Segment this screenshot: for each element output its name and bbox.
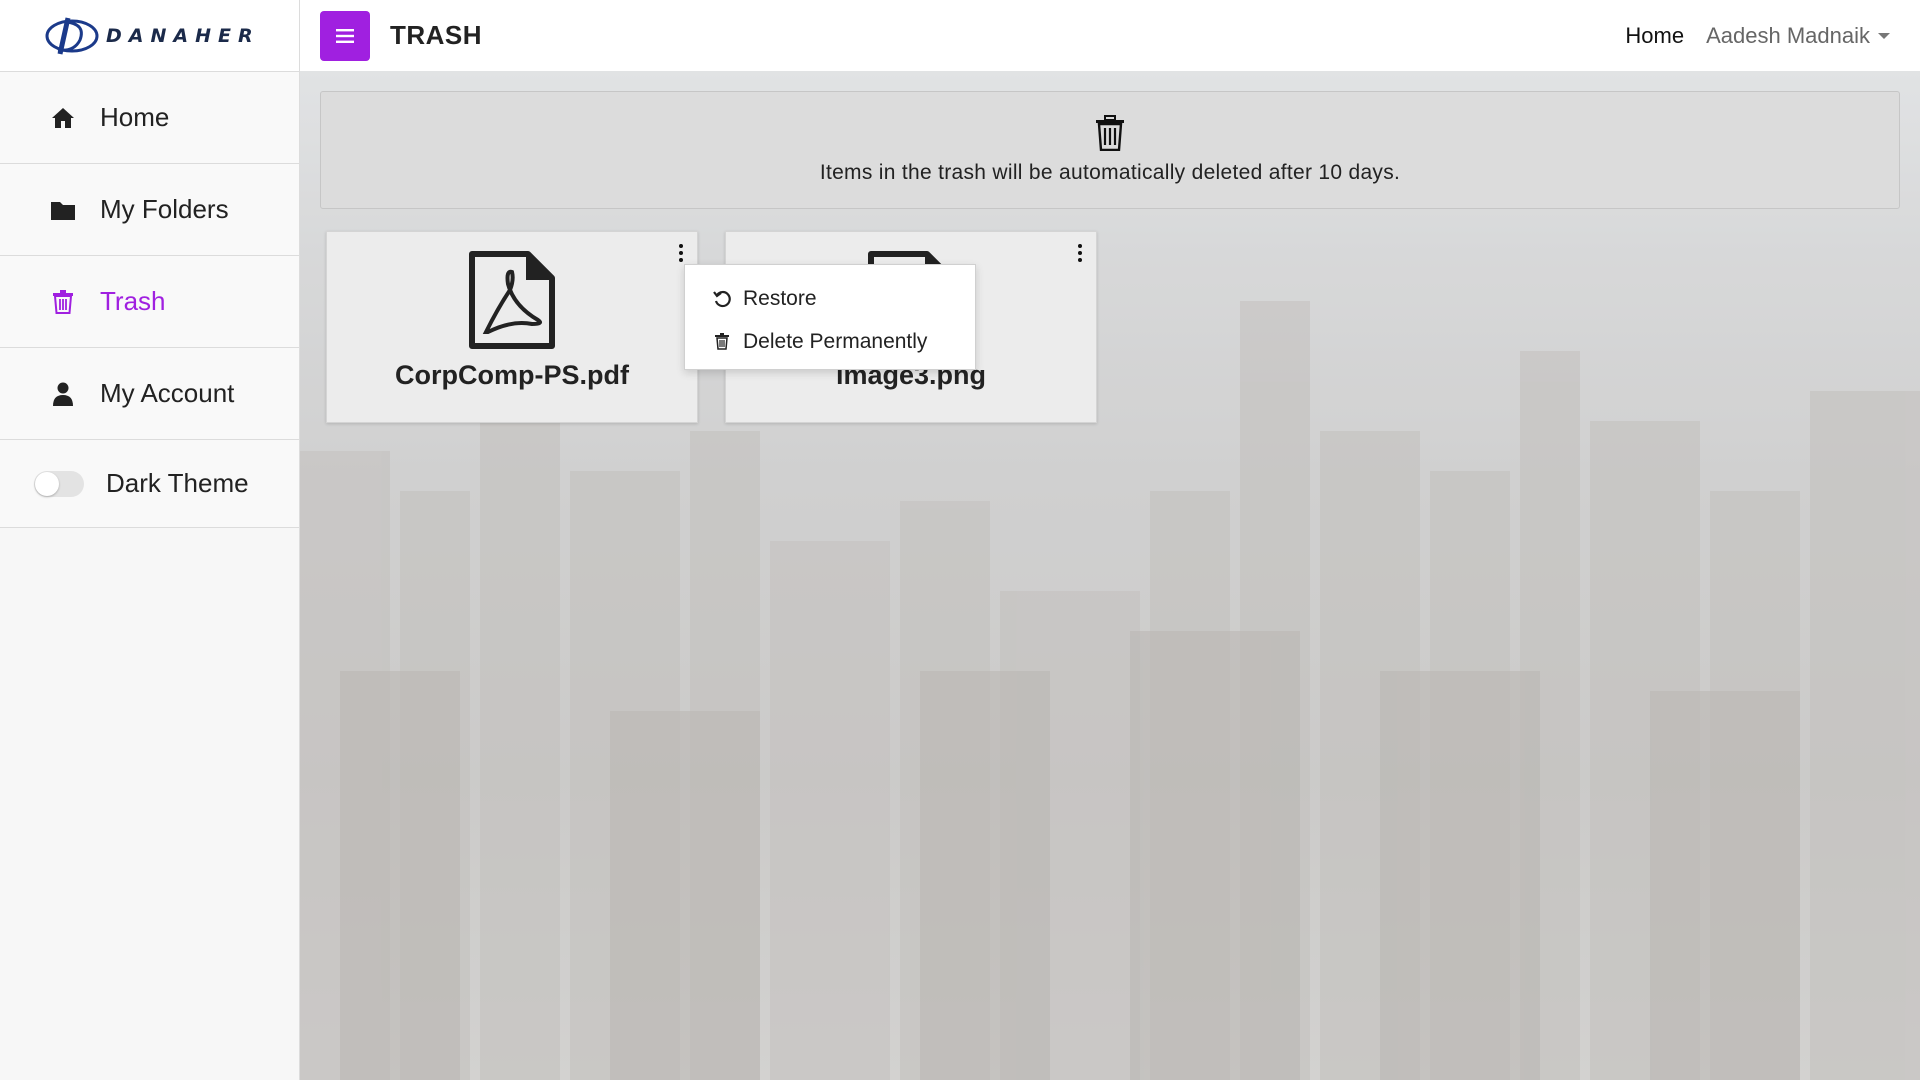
file-context-menu: Restore Delete Permanently (684, 264, 976, 370)
menu-toggle-button[interactable] (320, 10, 370, 61)
sidebar-item-trash[interactable]: Trash (0, 256, 299, 348)
top-home-link[interactable]: Home (1625, 23, 1684, 49)
restore-icon (713, 290, 731, 308)
page-title: TRASH (390, 20, 483, 50)
city-skyline-background (300, 71, 1920, 1080)
caret-down-icon (1878, 32, 1890, 39)
user-menu-dropdown[interactable]: Aadesh Madnaik (1706, 23, 1890, 49)
dark-theme-toggle[interactable] (34, 470, 84, 497)
more-options-icon[interactable] (675, 242, 687, 264)
user-icon (50, 381, 76, 407)
top-right-nav: Home Aadesh Madnaik (1625, 23, 1890, 49)
trash-icon (1096, 115, 1124, 151)
restore-menu-item[interactable]: Restore (685, 277, 975, 320)
restore-label: Restore (743, 286, 817, 310)
delete-permanently-label: Delete Permanently (743, 329, 928, 353)
dark-theme-label: Dark Theme (106, 468, 249, 498)
sidebar-item-label: Trash (100, 286, 166, 316)
trash-icon (50, 289, 76, 315)
sidebar-item-home[interactable]: Home (0, 72, 299, 164)
more-options-icon[interactable] (1074, 242, 1086, 264)
user-name: Aadesh Madnaik (1706, 22, 1870, 48)
pdf-file-icon (469, 251, 555, 349)
trash-icon (713, 333, 731, 351)
home-icon (50, 105, 76, 131)
brand-logo[interactable]: DANAHER (0, 0, 299, 71)
dark-theme-row: Dark Theme (0, 440, 299, 528)
trash-notice-banner: Items in the trash will be automatically… (320, 91, 1900, 209)
sidebar: DANAHER Home My Folders Trash My Account (0, 0, 300, 1080)
sidebar-item-label: Home (100, 102, 170, 132)
brand-name: DANAHER (106, 24, 260, 47)
file-name: CorpComp-PS.pdf (395, 360, 629, 390)
delete-permanently-menu-item[interactable]: Delete Permanently (685, 320, 975, 363)
top-navbar: TRASH Home Aadesh Madnaik (300, 0, 1920, 71)
main-content: Items in the trash will be automatically… (300, 71, 1920, 1080)
file-card[interactable]: CorpComp-PS.pdf (326, 231, 698, 423)
sidebar-nav: Home My Folders Trash My Account Dark Th… (0, 71, 299, 528)
sidebar-item-my-account[interactable]: My Account (0, 348, 299, 440)
sidebar-item-label: My Folders (100, 194, 229, 224)
sidebar-item-my-folders[interactable]: My Folders (0, 164, 299, 256)
sidebar-item-label: My Account (100, 378, 235, 408)
trash-notice-text: Items in the trash will be automatically… (819, 161, 1401, 184)
hamburger-icon (336, 28, 354, 43)
danaher-logo-icon (45, 16, 99, 55)
folder-icon (50, 197, 76, 223)
